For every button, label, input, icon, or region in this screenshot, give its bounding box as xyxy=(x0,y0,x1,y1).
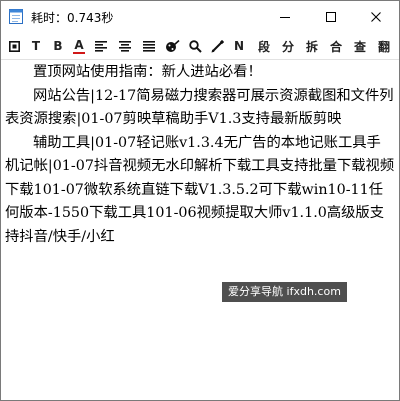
text-content-area[interactable]: 置顶网站使用指南：新人进站必看！ 网站公告|12-17简易磁力搜索器可展示资源截… xyxy=(5,61,395,397)
align-center-icon[interactable] xyxy=(118,37,132,55)
maximize-icon xyxy=(326,11,336,22)
font-color-swatch xyxy=(73,51,85,54)
palette-icon[interactable] xyxy=(165,37,181,55)
pen-icon[interactable] xyxy=(210,37,224,55)
merge-label: 合 xyxy=(329,39,342,54)
minimize-icon xyxy=(280,16,290,18)
paragraph-announcement: 网站公告|12-17简易磁力搜索器可展示资源截图和文件列表资源搜索|01-07剪… xyxy=(5,87,394,128)
find-label: 查 xyxy=(353,39,366,54)
n-label: N xyxy=(233,39,245,53)
split-button[interactable]: 分 xyxy=(280,37,296,55)
split-label: 分 xyxy=(281,39,294,54)
translate-button[interactable]: 翻 xyxy=(376,37,392,55)
bold-label: B xyxy=(53,39,63,53)
watermark: 爱分享导航 ifxdh.com xyxy=(222,282,347,302)
text-box-icon[interactable] xyxy=(7,37,21,55)
font-color-button[interactable]: A xyxy=(72,37,86,55)
text-format-label: T xyxy=(31,39,41,53)
window-title: 耗时：0.743秒 xyxy=(31,11,114,25)
align-left-icon[interactable] xyxy=(94,37,108,55)
minimize-button[interactable] xyxy=(263,1,307,32)
merge-button[interactable]: 合 xyxy=(328,37,344,55)
break-button[interactable]: 拆 xyxy=(304,37,320,55)
maximize-button[interactable] xyxy=(309,1,353,32)
n-button[interactable]: N xyxy=(232,37,246,55)
close-button[interactable] xyxy=(354,1,398,32)
translate-label: 翻 xyxy=(377,39,390,54)
align-justify-icon[interactable] xyxy=(142,37,156,55)
paragraph-label: 段 xyxy=(257,39,270,54)
notepad-icon xyxy=(9,9,23,24)
bold-button[interactable]: B xyxy=(51,37,65,55)
close-icon xyxy=(371,11,381,22)
find-button[interactable]: 查 xyxy=(352,37,368,55)
search-icon[interactable] xyxy=(188,37,202,55)
app-window: 耗时：0.743秒 T B A N 段 分 拆 合 查 翻 置顶网站使用指南：新… xyxy=(0,0,400,401)
paragraph-button[interactable]: 段 xyxy=(256,37,272,55)
text-format-button[interactable]: T xyxy=(29,37,43,55)
title-bar: 耗时：0.743秒 xyxy=(1,1,399,32)
toolbar-divider xyxy=(1,59,399,60)
break-label: 拆 xyxy=(305,39,318,54)
paragraph-tools: 辅助工具|01-07轻记账v1.3.4无广告的本地记账工具手机记帐|01-07抖… xyxy=(5,134,395,245)
font-color-label: A xyxy=(74,37,84,52)
paragraph-guide: 置顶网站使用指南：新人进站必看！ xyxy=(33,64,262,80)
